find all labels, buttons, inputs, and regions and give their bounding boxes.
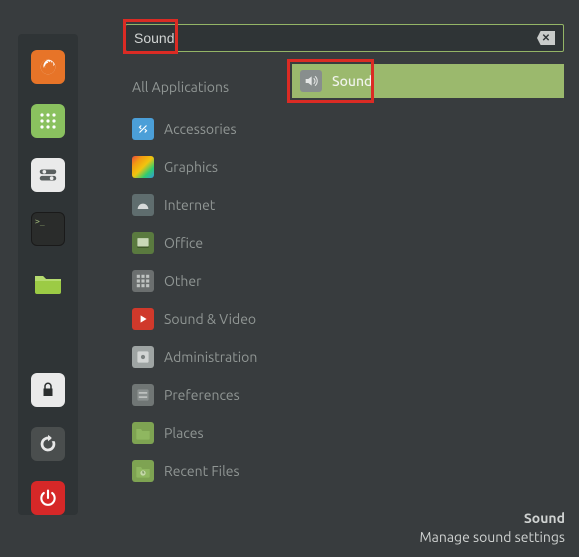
category-other[interactable]: Other: [132, 262, 302, 300]
category-all-applications[interactable]: All Applications: [132, 68, 302, 106]
category-graphics[interactable]: Graphics: [132, 148, 302, 186]
category-accessories[interactable]: Accessories: [132, 110, 302, 148]
search-field-wrapper: ✕: [125, 24, 564, 52]
category-preferences[interactable]: Preferences: [132, 376, 302, 414]
lock-icon[interactable]: [31, 373, 65, 407]
office-icon: [132, 232, 154, 254]
search-results: Sound: [292, 64, 564, 98]
graphics-icon: [132, 156, 154, 178]
restart-icon[interactable]: [31, 427, 65, 461]
other-icon: [132, 270, 154, 292]
places-icon: [132, 422, 154, 444]
accessories-icon: [132, 118, 154, 140]
administration-icon: [132, 346, 154, 368]
firefox-icon[interactable]: [31, 50, 65, 84]
category-office[interactable]: Office: [132, 224, 302, 262]
category-list: All Applications Accessories Graphics In…: [132, 68, 302, 490]
category-label: Other: [164, 273, 201, 289]
applications-icon[interactable]: [31, 104, 65, 138]
category-label: Sound & Video: [164, 311, 256, 327]
clear-search-button[interactable]: ✕: [537, 31, 555, 45]
category-label: Preferences: [164, 387, 240, 403]
settings-icon[interactable]: [31, 158, 65, 192]
category-label: Office: [164, 235, 203, 251]
category-label: Accessories: [164, 121, 237, 137]
category-label: Places: [164, 425, 204, 441]
category-label: Graphics: [164, 159, 218, 175]
app-description: Sound Manage sound settings: [419, 509, 565, 547]
description-title: Sound: [419, 509, 565, 528]
category-label: All Applications: [132, 79, 229, 95]
speaker-icon: [300, 70, 322, 92]
terminal-icon[interactable]: >_: [31, 212, 65, 246]
category-recent-files[interactable]: Recent Files: [132, 452, 302, 490]
launcher-panel: >_: [18, 34, 78, 515]
category-places[interactable]: Places: [132, 414, 302, 452]
category-label: Administration: [164, 349, 257, 365]
description-subtitle: Manage sound settings: [419, 528, 565, 547]
recent-files-icon: [132, 460, 154, 482]
preferences-icon: [132, 384, 154, 406]
files-icon[interactable]: [31, 266, 65, 300]
result-sound[interactable]: Sound: [292, 64, 564, 98]
category-sound-video[interactable]: Sound & Video: [132, 300, 302, 338]
internet-icon: [132, 194, 154, 216]
category-internet[interactable]: Internet: [132, 186, 302, 224]
result-label: Sound: [332, 73, 372, 89]
power-icon[interactable]: [31, 481, 65, 515]
category-label: Internet: [164, 197, 215, 213]
search-input[interactable]: [134, 30, 537, 46]
category-administration[interactable]: Administration: [132, 338, 302, 376]
sound-video-icon: [132, 308, 154, 330]
category-label: Recent Files: [164, 463, 240, 479]
svg-text:>_: >_: [35, 217, 45, 226]
